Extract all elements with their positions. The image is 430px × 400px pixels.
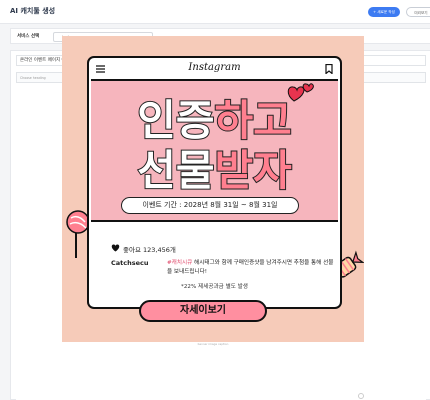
headline-line-2: 선물받자 — [91, 137, 338, 198]
banner-headline-panel: 인증하고 선물받자 이벤트 기간 : 2028년 8월 31일 ~ 8월 31일 — [91, 79, 338, 222]
caption-hashtag: #캐치시큐 — [167, 260, 193, 266]
new-write-button[interactable]: + 새로운 작성 — [368, 7, 400, 17]
likes-count: 좋아요 123,456개 — [123, 246, 176, 254]
event-period-badge: 이벤트 기간 : 2028년 8월 31일 ~ 8월 31일 — [121, 197, 299, 214]
headline-word-3: 선물 — [136, 145, 215, 196]
page-title: AI 캐치툴 생성 — [10, 7, 56, 15]
heart-icon — [111, 244, 120, 252]
app-window: AI 캐치툴 생성 + 새로운 작성 미리보기 서비스 선택 text 온라인 … — [0, 0, 430, 400]
post-username: Catchsecu — [111, 259, 149, 267]
bookmark-icon — [325, 64, 333, 74]
caption-text: 해시태그와 함께 구매인증샷을 남겨주시면 추첨을 통해 선물을 보내드립니다! — [167, 260, 334, 275]
image-caption[interactable]: banner image caption — [62, 342, 364, 346]
details-button[interactable]: 자세이보기 — [139, 300, 267, 322]
preview-button[interactable]: 미리보기 — [406, 7, 430, 17]
app-header: AI 캐치툴 생성 + 새로운 작성 미리보기 — [0, 0, 430, 24]
resize-handle[interactable] — [358, 393, 364, 399]
instagram-logo: Instagram — [188, 62, 241, 73]
instagram-post-card: Instagram 인증하고 선물받자 이벤트 기간 : 2028년 8월 31… — [87, 56, 342, 309]
heading-select[interactable]: Choose heading — [20, 75, 56, 81]
tax-note: *22% 제세공과금 별도 발생 — [181, 284, 248, 290]
event-banner-image[interactable]: Instagram 인증하고 선물받자 이벤트 기간 : 2028년 8월 31… — [62, 36, 364, 342]
service-label: 서비스 선택 — [17, 34, 40, 39]
post-caption: #캐치시큐 해시태그와 함께 구매인증샷을 남겨주시면 추첨을 통해 선물을 보… — [167, 259, 337, 277]
headline-word-4: 받자 — [213, 145, 292, 196]
